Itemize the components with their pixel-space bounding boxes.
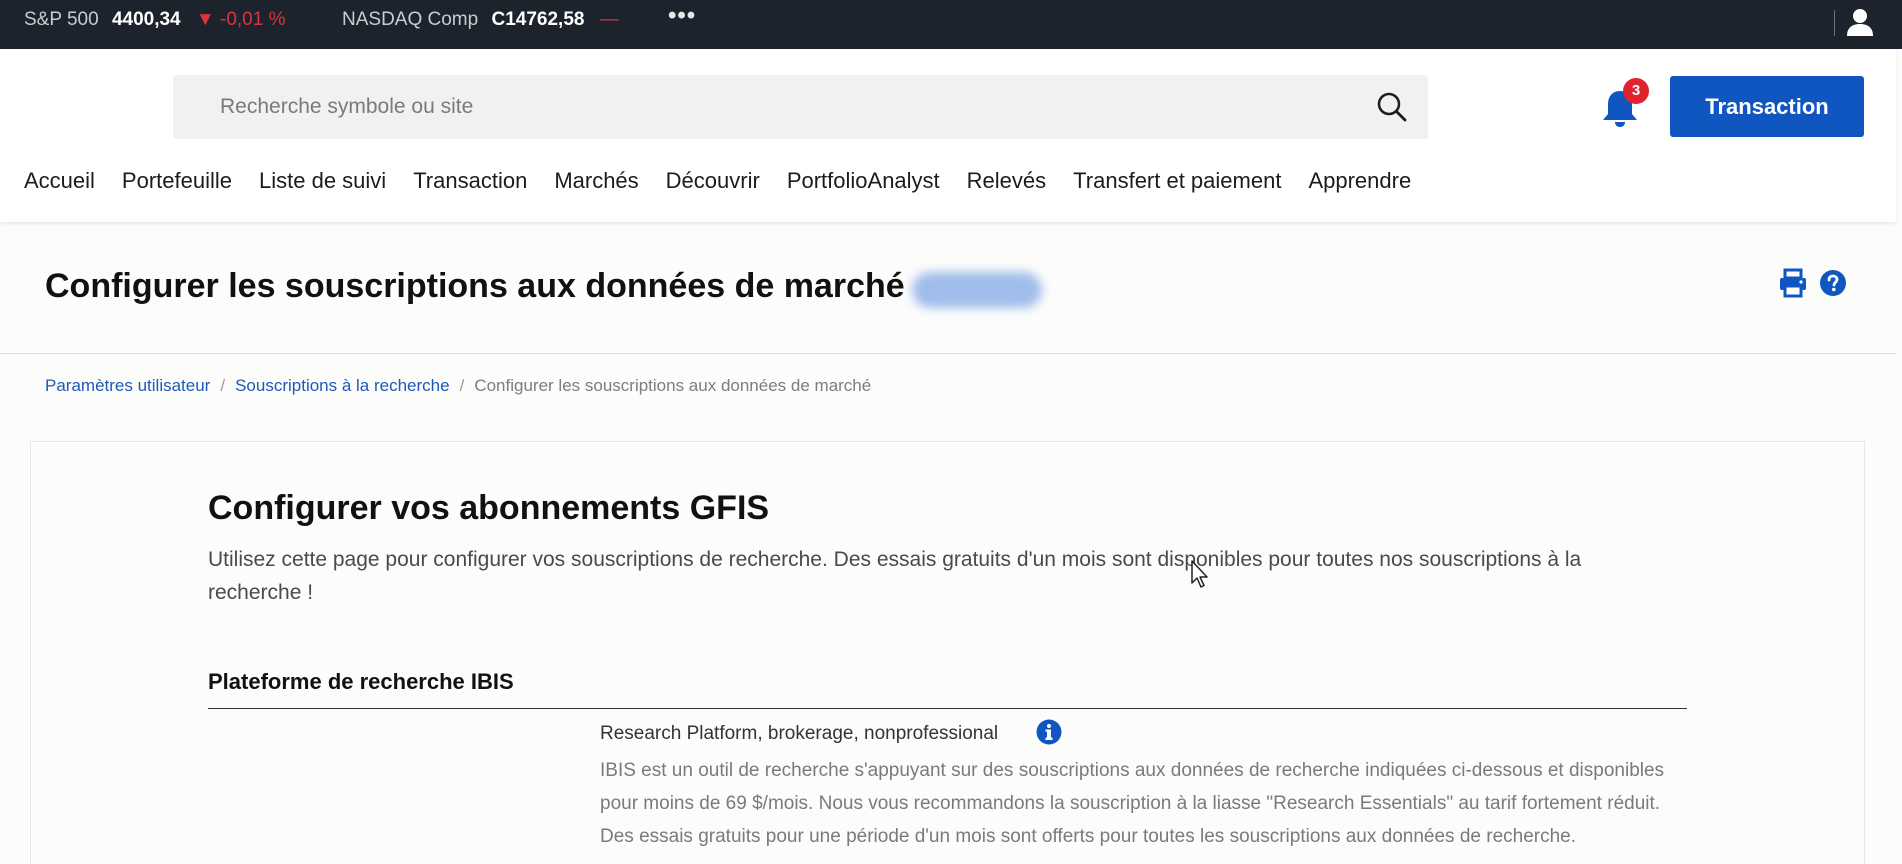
ticker-name: S&P 500 (24, 9, 99, 30)
breadcrumb: Paramètres utilisateur / Souscriptions à… (45, 376, 871, 396)
ticker-more-button[interactable]: ••• (668, 2, 696, 30)
ticker-value: C14762,58 (491, 9, 585, 30)
print-icon[interactable] (1778, 268, 1808, 298)
user-account-icon[interactable] (1846, 7, 1874, 37)
breadcrumb-current: Configurer les souscriptions aux données… (474, 376, 872, 395)
notification-count-badge: 3 (1623, 78, 1649, 104)
product-name: Research Platform, brokerage, nonprofess… (600, 723, 999, 744)
content-heading: Configurer vos abonnements GFIS (208, 489, 770, 527)
nav-item-transfert-et-paiement[interactable]: Transfert et paiement (1073, 168, 1281, 194)
help-icon[interactable] (1819, 269, 1847, 297)
redacted-account-badge (912, 272, 1042, 308)
breadcrumb-separator: / (220, 376, 226, 395)
nav-item-portfolioanalyst[interactable]: PortfolioAnalyst (787, 168, 940, 194)
nav-item-liste-de-suivi[interactable]: Liste de suivi (259, 168, 386, 194)
transaction-button[interactable]: Transaction (1670, 76, 1864, 137)
info-icon[interactable] (1036, 719, 1062, 745)
market-ticker-bar: S&P 500 4400,34 ▼ -0,01 % NASDAQ Comp C1… (0, 0, 1902, 49)
section-divider (208, 708, 1687, 709)
intro-text: Utilisez cette page pour configurer vos … (208, 548, 1582, 604)
ticker-change: ▼ -0,01 % (195, 9, 286, 30)
nav-item-releves[interactable]: Relevés (967, 168, 1046, 194)
nav-item-accueil[interactable]: Accueil (24, 168, 95, 194)
breadcrumb-link-parametres[interactable]: Paramètres utilisateur (45, 376, 210, 396)
breadcrumb-separator: / (459, 376, 465, 395)
ticker-divider (1834, 10, 1835, 36)
title-divider (0, 353, 1896, 354)
ticker-value: 4400,34 (111, 9, 181, 30)
page-scrollbar[interactable] (1894, 0, 1902, 49)
main-navigation: Accueil Portefeuille Liste de suivi Tran… (24, 168, 1438, 194)
section-title: Plateforme de recherche IBIS (208, 669, 514, 694)
mouse-cursor-icon (1191, 560, 1208, 588)
ticker-change: — (599, 9, 619, 30)
breadcrumb-link-souscriptions[interactable]: Souscriptions à la recherche (235, 376, 450, 396)
nav-item-transaction[interactable]: Transaction (413, 168, 527, 194)
nav-item-apprendre[interactable]: Apprendre (1308, 168, 1411, 194)
nav-item-marches[interactable]: Marchés (554, 168, 638, 194)
search-icon[interactable] (1376, 91, 1408, 123)
nav-item-decouvrir[interactable]: Découvrir (666, 168, 760, 194)
search-input[interactable]: Recherche symbole ou site (220, 95, 473, 119)
page-title: Configurer les souscriptions aux données… (45, 267, 905, 305)
ticker-item-sp500[interactable]: S&P 500 4400,34 ▼ -0,01 % (24, 9, 285, 31)
nav-item-portefeuille[interactable]: Portefeuille (122, 168, 232, 194)
site-header: Recherche symbole ou site 3 Transaction … (0, 49, 1896, 222)
ticker-name: NASDAQ Comp (342, 9, 479, 30)
search-box[interactable]: Recherche symbole ou site (173, 75, 1428, 139)
ticker-item-nasdaq[interactable]: NASDAQ Comp C14762,58 — (342, 9, 619, 31)
product-description: IBIS est un outil de recherche s'appuyan… (600, 760, 1665, 847)
